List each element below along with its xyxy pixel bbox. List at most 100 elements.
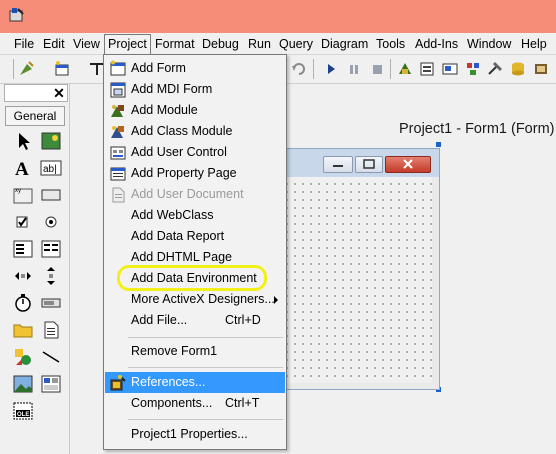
hscrollbar-icon[interactable] [12, 265, 34, 287]
menu-item-project1-properties[interactable]: Project1 Properties... [105, 424, 285, 445]
menu-item-label: Add WebClass [131, 208, 214, 222]
menu-item-add-file[interactable]: Add File... Ctrl+D [105, 310, 285, 331]
menu-item-label: Add Property Page [131, 166, 237, 180]
project-menu-dropdown: Add Form Add MDI Form Add Module Add Cla… [103, 54, 287, 450]
frame-icon[interactable]: xy [12, 184, 34, 206]
menu-format[interactable]: Format [155, 36, 195, 53]
menu-view[interactable]: View [73, 36, 100, 53]
menu-item-label: Components... [131, 396, 213, 410]
menu-help[interactable]: Help [521, 36, 547, 53]
menu-edit[interactable]: Edit [43, 36, 65, 53]
menu-separator [128, 367, 283, 368]
property-page-icon [110, 167, 126, 181]
menu-separator [128, 337, 283, 338]
menu-item-add-mdi-form[interactable]: Add MDI Form [105, 79, 285, 100]
menu-item-label: Add Module [131, 103, 198, 117]
svg-text:OLE: OLE [17, 412, 29, 418]
menu-item-add-class-module[interactable]: Add Class Module [105, 121, 285, 142]
menu-item-components[interactable]: Components... Ctrl+T [105, 393, 285, 414]
vscrollbar-icon[interactable] [40, 265, 62, 287]
menu-run[interactable]: Run [248, 36, 271, 53]
vb6-app-icon[interactable] [8, 6, 26, 24]
pointer-icon[interactable] [12, 130, 34, 152]
toolbar-grip [13, 59, 14, 79]
combobox-icon[interactable] [12, 238, 34, 260]
user-control-icon [110, 146, 126, 160]
component-manager-icon[interactable] [532, 60, 550, 78]
shape-icon[interactable] [12, 346, 34, 368]
menu-item-label: Add File... [131, 313, 188, 327]
user-document-icon [112, 187, 125, 203]
menu-item-add-form[interactable]: Add Form [105, 58, 285, 79]
toolbox-panel: ✕ General A ab| xy OLE [0, 84, 70, 454]
menu-separator [128, 419, 283, 420]
label-icon[interactable]: A [12, 157, 34, 179]
start-icon[interactable] [322, 60, 340, 78]
dirlistbox-icon[interactable] [12, 319, 34, 341]
menu-item-add-webclass[interactable]: Add WebClass [105, 205, 285, 226]
minimize-icon [333, 165, 343, 167]
properties-window-icon[interactable] [418, 60, 436, 78]
module-icon [111, 105, 124, 117]
menu-project[interactable]: Project [104, 34, 151, 54]
drivelistbox-icon[interactable] [40, 292, 62, 314]
class-module-icon [111, 126, 124, 138]
data-view-icon[interactable] [509, 60, 527, 78]
toolbox-icon[interactable] [486, 60, 504, 78]
add-project-icon[interactable] [18, 60, 36, 78]
menu-item-label: Add User Document [131, 187, 244, 201]
project-explorer-icon[interactable] [396, 60, 414, 78]
menu-item-add-user-control[interactable]: Add User Control [105, 142, 285, 163]
menu-item-label: More ActiveX Designers... [131, 292, 275, 306]
object-browser-icon[interactable] [464, 60, 482, 78]
menu-item-add-module[interactable]: Add Module [105, 100, 285, 121]
image-icon[interactable] [12, 373, 34, 395]
commandbutton-icon[interactable] [40, 184, 62, 206]
listbox-icon[interactable] [40, 238, 62, 260]
menu-file[interactable]: File [14, 36, 34, 53]
menu-item-label: Project1 Properties... [131, 427, 248, 441]
picturebox-icon[interactable] [40, 130, 62, 152]
menu-item-remove-form1[interactable]: Remove Form1 [105, 341, 285, 362]
maximize-button[interactable] [355, 156, 383, 173]
menu-window[interactable]: Window [467, 36, 511, 53]
break-icon[interactable] [345, 60, 363, 78]
menu-item-references[interactable]: References... [105, 372, 285, 393]
add-form-icon[interactable] [53, 60, 71, 78]
menu-add-ins[interactable]: Add-Ins [415, 36, 458, 53]
toolbox-close-icon[interactable]: ✕ [51, 86, 67, 100]
data-icon[interactable] [40, 373, 62, 395]
undo-icon[interactable] [290, 60, 308, 78]
menu-item-add-data-report[interactable]: Add Data Report [105, 226, 285, 247]
ole-icon[interactable]: OLE [12, 400, 34, 422]
designer-caption: Project1 - Form1 (Form) [399, 121, 555, 137]
submenu-arrow-icon [274, 296, 278, 304]
timer-icon[interactable] [12, 292, 34, 314]
title-bar [0, 0, 556, 33]
line-icon[interactable] [40, 346, 62, 368]
checkbox-icon[interactable] [12, 211, 34, 233]
menu-query[interactable]: Query [279, 36, 313, 53]
filelistbox-icon[interactable] [40, 319, 62, 341]
menu-diagram[interactable]: Diagram [321, 36, 368, 53]
end-icon[interactable] [368, 60, 386, 78]
mdi-form-icon [110, 82, 126, 98]
resize-handle-top[interactable] [436, 142, 441, 147]
menu-item-label: Add User Control [131, 145, 227, 159]
form-layout-icon[interactable] [441, 60, 459, 78]
callout-highlight-ring [117, 265, 267, 291]
menu-tools[interactable]: Tools [376, 36, 405, 53]
menu-item-add-property-page[interactable]: Add Property Page [105, 163, 285, 184]
optionbutton-icon[interactable] [40, 211, 62, 233]
toolbox-general-tab[interactable]: General [5, 106, 65, 126]
close-button[interactable] [385, 156, 431, 173]
toolbox-header: ✕ [4, 84, 68, 102]
svg-text:ab|: ab| [43, 164, 57, 175]
minimize-button[interactable] [323, 156, 353, 173]
maximize-icon [363, 159, 375, 169]
textbox-icon[interactable]: ab| [40, 157, 62, 179]
menu-item-label: Add DHTML Page [131, 250, 232, 264]
menu-item-more-activex-designers[interactable]: More ActiveX Designers... [105, 289, 285, 310]
menu-item-label: Add MDI Form [131, 82, 213, 96]
menu-debug[interactable]: Debug [202, 36, 239, 53]
